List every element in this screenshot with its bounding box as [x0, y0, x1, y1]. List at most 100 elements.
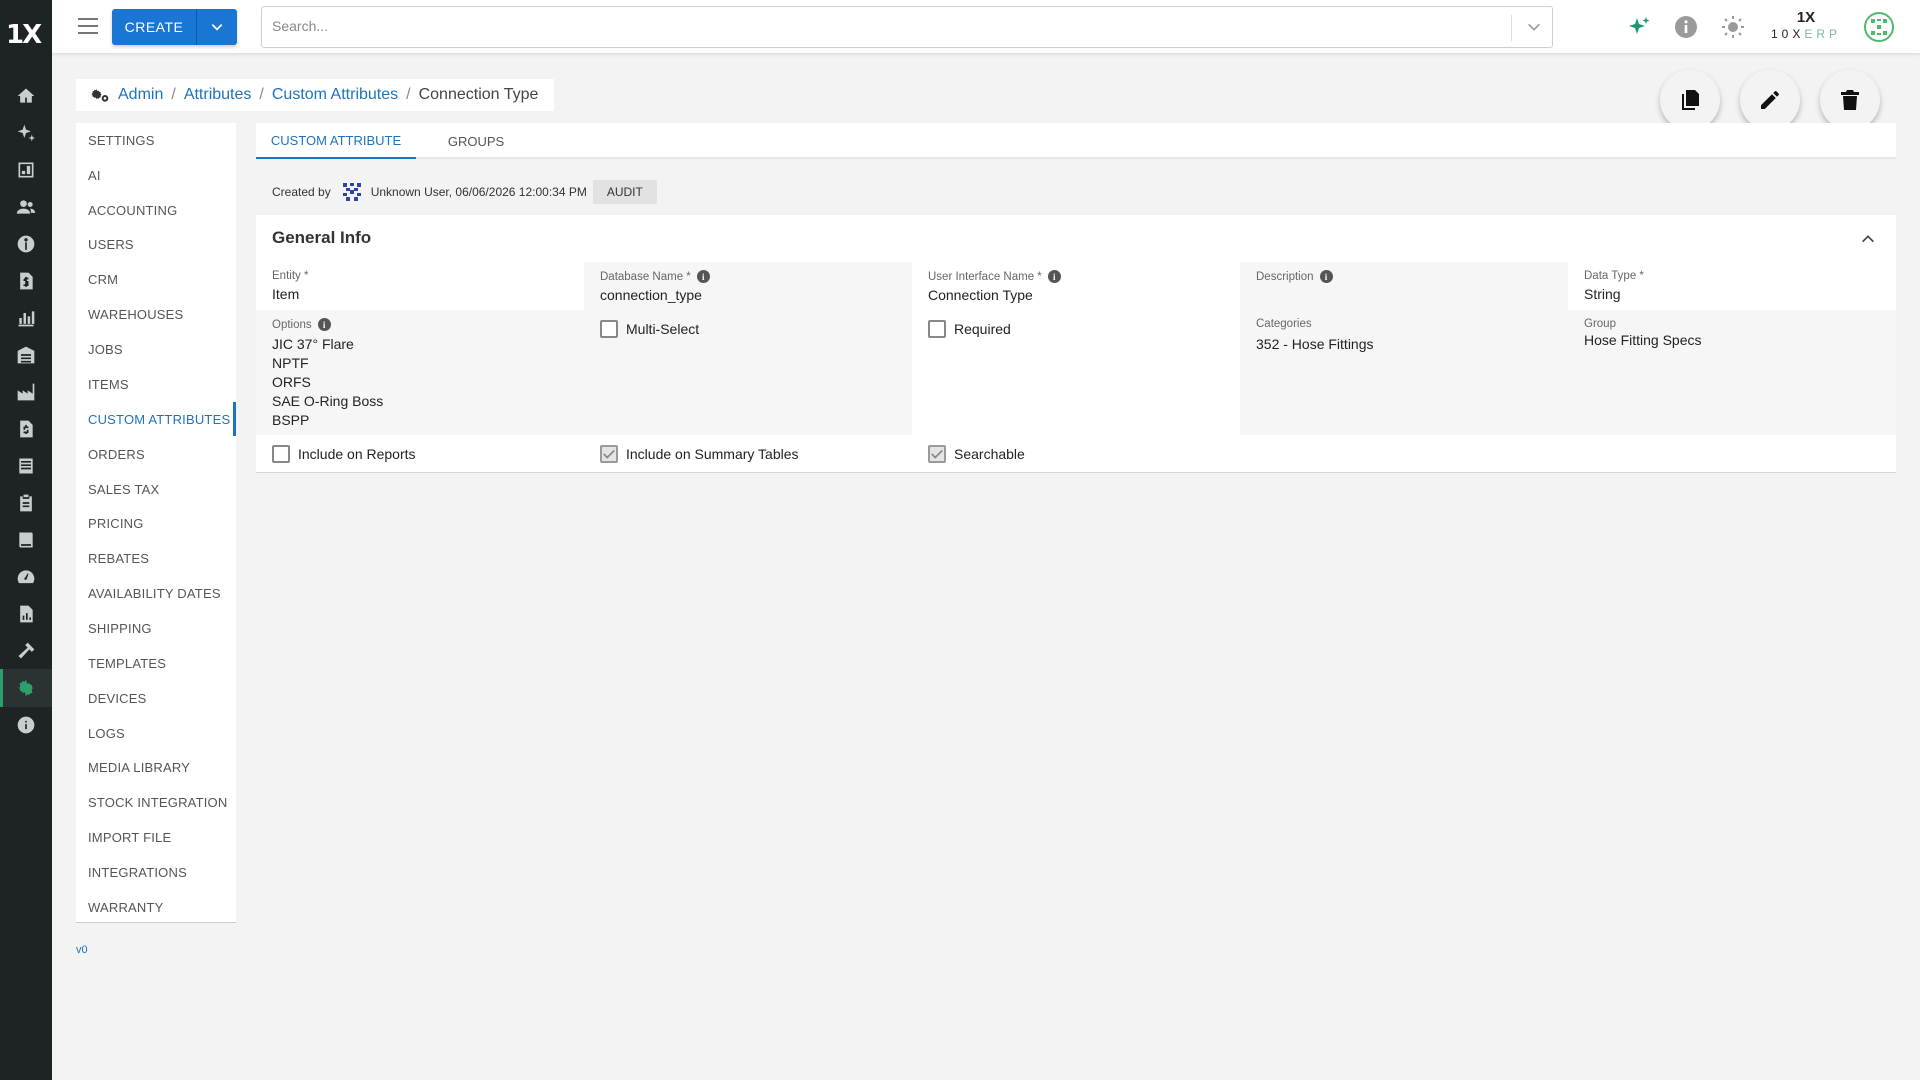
checkmark-icon — [603, 449, 615, 459]
required-row: Required — [928, 320, 1224, 338]
clipboard-icon[interactable] — [14, 491, 38, 515]
people-icon[interactable] — [14, 195, 38, 219]
report-icon[interactable] — [14, 602, 38, 626]
option-item: JIC 37° Flare — [272, 336, 354, 352]
info-icon[interactable]: i — [1319, 270, 1333, 283]
search-dropdown-button[interactable] — [1526, 19, 1542, 40]
chevron-up-icon — [1862, 235, 1874, 243]
option-item: BSPP — [272, 412, 310, 428]
entity-label: Entity * — [272, 270, 309, 282]
search-input[interactable] — [272, 18, 1472, 34]
ai-sparkle-icon[interactable] — [1626, 14, 1652, 40]
tab-groups[interactable]: GROUPS — [426, 123, 526, 159]
nav-sales-tax[interactable]: SALES TAX — [76, 472, 236, 506]
gauge-icon[interactable] — [14, 565, 38, 589]
info-icon[interactable] — [1673, 14, 1699, 40]
nav-users[interactable]: USERS — [76, 227, 236, 261]
info-icon[interactable] — [14, 713, 38, 737]
theme-toggle-icon[interactable] — [1720, 14, 1746, 40]
description-field: Description i — [1240, 262, 1568, 310]
create-dropdown-button[interactable] — [197, 9, 237, 45]
hammer-icon[interactable] — [14, 639, 38, 663]
delete-button[interactable] — [1820, 70, 1880, 130]
breadcrumb-admin[interactable]: Admin — [118, 86, 163, 104]
nav-warranty[interactable]: WARRANTY — [76, 890, 236, 924]
nav-rebates[interactable]: REBATES — [76, 541, 236, 575]
book-icon[interactable] — [14, 528, 38, 552]
include-on-summary-tables-field: Include on Summary Tables — [584, 437, 912, 473]
ui-name-label-row: User Interface Name * i — [928, 270, 1224, 283]
brand-text: 10XERP — [1766, 26, 1846, 42]
data-type-value: String — [1584, 286, 1621, 302]
nav-crm[interactable]: CRM — [76, 262, 236, 296]
searchable-checkbox[interactable] — [928, 445, 946, 463]
list-icon[interactable] — [14, 454, 38, 478]
info-icon[interactable]: i — [696, 270, 710, 283]
collapse-button[interactable] — [1860, 231, 1876, 252]
created-by-text: Unknown User, 06/06/2026 12:00:34 PM — [370, 185, 587, 199]
gears-icon — [91, 89, 109, 102]
info-icon[interactable]: i — [317, 318, 331, 331]
searchable-field: Searchable — [912, 437, 1240, 473]
option-item: NPTF — [272, 355, 309, 371]
option-item: SAE O-Ring Boss — [272, 393, 384, 409]
nav-media-library[interactable]: MEDIA LIBRARY — [76, 750, 236, 784]
nav-logs[interactable]: LOGS — [76, 716, 236, 750]
multi-select-checkbox[interactable] — [600, 320, 618, 338]
nav-integrations[interactable]: INTEGRATIONS — [76, 855, 236, 889]
panel-title: General Info — [272, 228, 372, 247]
nav-availability-dates[interactable]: AVAILABILITY DATES — [76, 576, 236, 610]
nav-ai[interactable]: AI — [76, 158, 236, 192]
breadcrumb-attributes[interactable]: Attributes — [184, 86, 252, 104]
options-label: Options — [272, 318, 312, 331]
required-checkbox[interactable] — [928, 320, 946, 338]
compass-icon[interactable] — [14, 232, 38, 256]
user-avatar[interactable] — [1864, 12, 1894, 42]
factory-icon[interactable] — [14, 380, 38, 404]
dashboard-icon[interactable] — [14, 158, 38, 182]
nav-devices[interactable]: DEVICES — [76, 681, 236, 715]
nav-pricing[interactable]: PRICING — [76, 506, 236, 540]
menu-icon[interactable] — [78, 18, 98, 34]
nav-orders[interactable]: ORDERS — [76, 437, 236, 471]
group-field: Group Hose Fitting Specs — [1568, 310, 1896, 435]
audit-button[interactable]: AUDIT — [592, 180, 657, 204]
avatar-pattern-icon — [342, 183, 361, 201]
created-info: Created by Unknown User, 06/06/2026 12:0… — [272, 180, 657, 204]
nav-stock-integration[interactable]: STOCK INTEGRATION — [76, 785, 236, 819]
copy-button[interactable] — [1660, 70, 1720, 130]
breadcrumb-current: Connection Type — [418, 86, 539, 103]
nav-shipping[interactable]: SHIPPING — [76, 611, 236, 645]
warehouse-icon[interactable] — [14, 343, 38, 367]
global-search — [261, 6, 1553, 48]
brand-text-main: 10X — [1770, 27, 1805, 41]
tab-custom-attribute[interactable]: CUSTOM ATTRIBUTE — [256, 123, 416, 159]
include-on-summary-tables-checkbox[interactable] — [600, 445, 618, 463]
description-label-row: Description i — [1256, 270, 1552, 283]
brand-text-erp: ERP — [1804, 27, 1842, 41]
include-on-summary-tables-row: Include on Summary Tables — [600, 445, 896, 463]
checkmark-icon — [931, 449, 943, 459]
home-icon[interactable] — [14, 84, 38, 108]
chart-icon[interactable] — [14, 306, 38, 330]
settings-icon[interactable] — [14, 676, 38, 700]
nav-jobs[interactable]: JOBS — [76, 332, 236, 366]
app-logo[interactable]: 1X — [6, 20, 46, 52]
nav-accounting[interactable]: ACCOUNTING — [76, 193, 236, 227]
nav-items[interactable]: ITEMS — [76, 367, 236, 401]
left-rail: 1X — [0, 0, 52, 1080]
include-on-reports-checkbox[interactable] — [272, 445, 290, 463]
breadcrumb-custom-attributes[interactable]: Custom Attributes — [272, 86, 398, 104]
nav-templates[interactable]: TEMPLATES — [76, 646, 236, 680]
nav-settings[interactable]: SETTINGS — [76, 123, 236, 157]
billing-icon[interactable] — [14, 417, 38, 441]
create-button[interactable]: CREATE — [112, 9, 197, 45]
info-icon[interactable]: i — [1047, 270, 1061, 283]
nav-import-file[interactable]: IMPORT FILE — [76, 820, 236, 854]
nav-custom-attributes[interactable]: CUSTOM ATTRIBUTES — [76, 402, 236, 436]
nav-warehouses[interactable]: WAREHOUSES — [76, 297, 236, 331]
edit-button[interactable] — [1740, 70, 1800, 130]
sparkle-icon[interactable] — [14, 121, 38, 145]
invoice-icon[interactable] — [14, 269, 38, 293]
brand-logo: 1X 10XERP — [1766, 10, 1846, 42]
